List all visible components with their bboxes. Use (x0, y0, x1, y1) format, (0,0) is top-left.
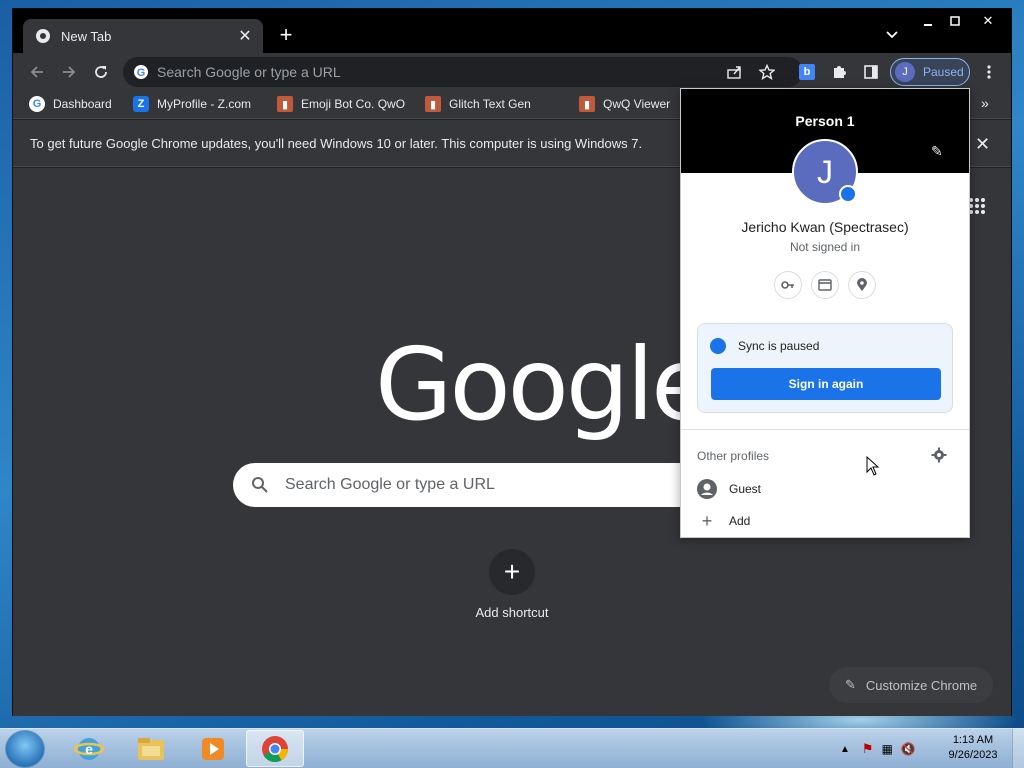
toolbar: G Search Google or type a URL b J Paused (13, 53, 1011, 91)
bookmark-item[interactable]: ▮ QwQ Viewer (579, 96, 670, 112)
reload-icon[interactable] (91, 62, 111, 82)
profile-sign-in-status: Not signed in (789, 240, 861, 254)
tray-expand-icon[interactable]: ▲ (840, 744, 850, 755)
pencil-icon: ✎ (845, 677, 856, 692)
forward-icon[interactable] (59, 62, 79, 82)
show-desktop-button[interactable] (1012, 729, 1024, 768)
plus-icon: + (701, 510, 713, 531)
app-icon: ▮ (579, 96, 595, 112)
infobar-message: To get future Google Chrome updates, you… (30, 135, 643, 151)
bookmarks-overflow-icon[interactable]: » (981, 95, 989, 111)
add-shortcut-button[interactable]: + (489, 549, 535, 595)
address-bar-placeholder: Search Google or type a URL (157, 64, 341, 80)
customize-chrome-label: Customize Chrome (865, 677, 978, 693)
tab-close-icon[interactable]: ✕ (237, 26, 253, 46)
passwords-key-icon[interactable] (774, 271, 802, 299)
media-player-icon[interactable] (184, 730, 242, 767)
svg-text:G: G (137, 67, 146, 79)
chrome-icon (36, 29, 50, 43)
bookmark-label: MyProfile - Z.com (157, 97, 252, 111)
system-tray: ▲ ⚑ ▦ 🔇 (840, 729, 916, 768)
z-icon: Z (133, 96, 149, 112)
infobar-close-icon[interactable]: ✕ (975, 134, 990, 155)
internet-explorer-icon[interactable]: e (60, 730, 118, 767)
menu-kebab-icon[interactable] (979, 62, 999, 82)
bookmark-star-icon[interactable] (759, 64, 775, 80)
profile-status-label: Paused (923, 65, 964, 79)
volume-muted-icon[interactable]: 🔇 (901, 742, 916, 756)
google-apps-icon[interactable] (969, 198, 985, 214)
sync-paused-card: Sync is paused Sign in again (697, 323, 953, 413)
windows-taskbar: e ▲ ⚑ ▦ 🔇 1:13 AM 9/26/2023 (0, 728, 1024, 768)
payment-card-icon[interactable] (811, 271, 839, 299)
extension-b-icon[interactable]: b (797, 62, 817, 82)
action-center-flag-icon[interactable]: ⚑ (862, 741, 874, 757)
google-icon: G (134, 65, 148, 79)
bookmark-label: QwQ Viewer (603, 97, 671, 111)
network-icon[interactable]: ▦ (882, 742, 893, 756)
add-label: Add (729, 514, 751, 528)
back-icon[interactable] (27, 62, 47, 82)
sync-paused-icon (710, 338, 726, 354)
manage-profiles-gear-icon[interactable] (931, 447, 947, 463)
other-profiles-label: Other profiles (697, 449, 770, 463)
bookmark-item[interactable]: ▮ Glitch Text Gen (425, 96, 531, 112)
bookmark-label: Dashboard (53, 97, 112, 111)
add-profile-item[interactable]: + Add (697, 510, 751, 531)
google-icon: G (29, 96, 45, 112)
edit-pencil-icon[interactable]: ✎ (931, 143, 943, 160)
clock-date: 9/26/2023 (948, 749, 998, 761)
ntp-search-placeholder: Search Google or type a URL (285, 476, 495, 493)
chrome-taskbar-icon[interactable] (246, 730, 304, 767)
bookmark-item[interactable]: ▮ Emoji Bot Co. QwO (277, 96, 405, 112)
bookmark-label: Glitch Text Gen (449, 97, 531, 111)
maximize-icon[interactable] (940, 11, 970, 31)
extensions-puzzle-icon[interactable] (829, 62, 849, 82)
address-bar[interactable]: G Search Google or type a URL (123, 57, 803, 87)
guest-profile-item[interactable]: Guest (697, 479, 761, 499)
profile-header-name: Person 1 (795, 113, 855, 129)
mouse-pointer-icon (866, 456, 880, 476)
title-bar: New Tab ✕ + ✕ (13, 9, 1011, 53)
addresses-pin-icon[interactable] (848, 271, 876, 299)
tab-search-icon[interactable] (885, 27, 899, 41)
profile-menu-divider (681, 429, 969, 430)
taskbar-clock[interactable]: 1:13 AM 9/26/2023 (938, 733, 1008, 763)
app-icon: ▮ (425, 96, 441, 112)
file-explorer-icon[interactable] (122, 730, 180, 767)
bookmark-label: Emoji Bot Co. QwO (301, 97, 406, 111)
customize-chrome-button[interactable]: ✎ Customize Chrome (829, 667, 993, 703)
bookmark-item[interactable]: Z MyProfile - Z.com (133, 96, 251, 112)
search-icon (252, 477, 268, 493)
bookmark-item[interactable]: G Dashboard (29, 96, 112, 112)
guest-label: Guest (729, 482, 762, 496)
tab-new-tab[interactable]: New Tab ✕ (23, 19, 263, 53)
profile-paused-button[interactable]: J Paused (890, 58, 970, 86)
add-shortcut-label: Add shortcut (475, 605, 549, 620)
close-icon[interactable]: ✕ (971, 11, 1005, 31)
app-icon: ▮ (277, 96, 293, 112)
new-tab-button[interactable]: + (275, 23, 297, 47)
guest-avatar-icon (697, 479, 717, 499)
profile-menu: Person 1 ✎ J Jericho Kwan (Spectrasec) N… (680, 88, 970, 538)
profile-avatar: J (895, 62, 915, 82)
sync-paused-message: Sync is paused (738, 339, 820, 353)
tab-title: New Tab (61, 28, 112, 44)
svg-text:e: e (85, 741, 93, 757)
profile-full-name: Jericho Kwan (Spectrasec) (741, 219, 909, 235)
clock-time: 1:13 AM (952, 734, 994, 746)
side-panel-icon[interactable] (861, 62, 881, 82)
sign-in-again-button[interactable]: Sign in again (711, 368, 941, 400)
start-button[interactable] (5, 730, 45, 768)
google-logo: Google (375, 326, 713, 443)
share-icon[interactable] (727, 65, 743, 79)
minimize-icon[interactable] (913, 11, 943, 31)
sync-paused-badge-icon (839, 185, 857, 203)
